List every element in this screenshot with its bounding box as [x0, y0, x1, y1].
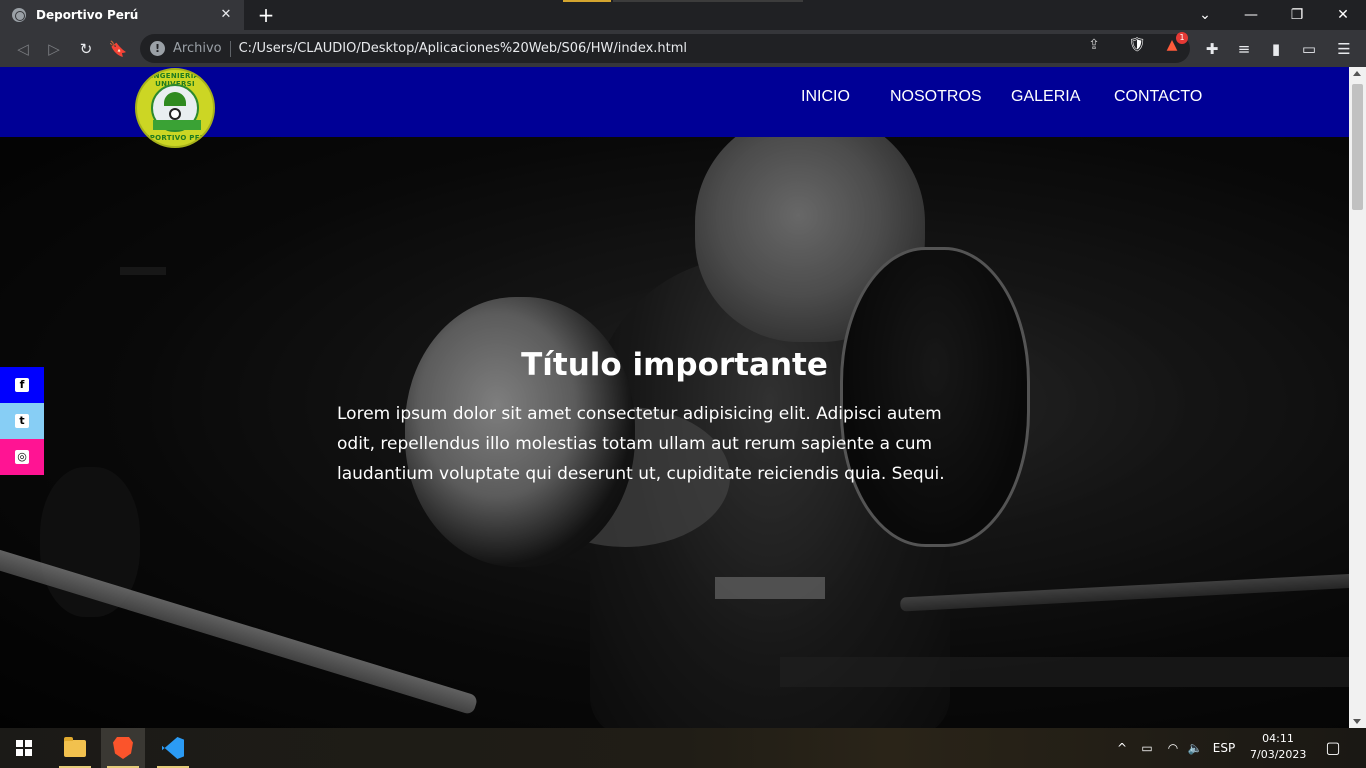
- clock-time: 04:11: [1262, 732, 1294, 745]
- volume-icon[interactable]: 🔈: [1184, 728, 1206, 768]
- start-button[interactable]: [2, 728, 46, 768]
- info-icon[interactable]: !: [150, 41, 165, 56]
- soccer-ball-icon: [169, 108, 181, 120]
- tab-strip: Deportivo Perú ✕ + ⌄ — ❐ ✕: [0, 0, 1366, 30]
- logo-emblem: [151, 84, 201, 132]
- minimize-button[interactable]: —: [1228, 0, 1274, 30]
- facebook-icon: f: [15, 378, 29, 392]
- url-text[interactable]: C:/Users/CLAUDIO/Desktop/Aplicaciones%20…: [239, 41, 687, 56]
- social-instagram[interactable]: ◎: [0, 439, 44, 475]
- tab-strip-divider: [613, 0, 803, 2]
- tab-strip-accent: [563, 0, 611, 2]
- grass-graphic: [153, 120, 201, 130]
- show-hidden-icons-button[interactable]: ^: [1112, 728, 1132, 768]
- close-window-button[interactable]: ✕: [1320, 0, 1366, 30]
- page-viewport: Título importante Lorem ipsum dolor sit …: [0, 67, 1349, 728]
- taskbar-vscode[interactable]: [151, 728, 195, 768]
- scroll-up-icon[interactable]: [1353, 71, 1361, 76]
- share-icon[interactable]: ⇪: [1083, 34, 1105, 56]
- folder-icon: [64, 736, 86, 757]
- wifi-icon[interactable]: ◠: [1162, 728, 1184, 768]
- social-twitter[interactable]: t: [0, 403, 44, 439]
- security-label: Archivo: [173, 41, 222, 56]
- clock-date: 7/03/2023: [1250, 748, 1307, 761]
- address-bar[interactable]: ! Archivo C:/Users/CLAUDIO/Desktop/Aplic…: [140, 34, 1190, 63]
- hero-text: Lorem ipsum dolor sit amet consectetur a…: [337, 404, 945, 484]
- extensions-icon[interactable]: ✚: [1201, 38, 1223, 60]
- bookmark-icon[interactable]: 🔖: [107, 38, 129, 60]
- language-indicator[interactable]: ESP: [1210, 728, 1238, 768]
- sidebar-icon[interactable]: ▮: [1265, 38, 1287, 60]
- vscode-icon: [162, 737, 184, 759]
- taskbar-clock[interactable]: 04:11 7/03/2023: [1250, 731, 1306, 763]
- scroll-thumb[interactable]: [1352, 84, 1363, 210]
- site-logo[interactable]: INGENIERIA UNIVERSI DEPORTIVO PERÚ: [135, 68, 215, 148]
- page-scrollbar[interactable]: [1349, 67, 1366, 728]
- nav-galeria[interactable]: GALERIA: [1011, 88, 1080, 108]
- notification-center-icon[interactable]: ▢: [1320, 728, 1346, 768]
- restore-button[interactable]: ❐: [1274, 0, 1320, 30]
- nav-contacto[interactable]: CONTACTO: [1114, 88, 1202, 108]
- battery-icon[interactable]: ▭: [1136, 728, 1158, 768]
- playlist-icon[interactable]: ≡: [1233, 38, 1255, 60]
- windows-icon: [16, 740, 32, 756]
- brave-rewards-icon[interactable]: ▲ 1: [1161, 32, 1188, 56]
- wallet-icon[interactable]: ▭: [1298, 38, 1320, 60]
- nav-nosotros[interactable]: NOSOTROS: [890, 88, 982, 108]
- twitter-icon: t: [15, 414, 29, 428]
- new-tab-button[interactable]: +: [256, 4, 276, 26]
- taskbar-brave[interactable]: [101, 728, 145, 768]
- globe-icon: [12, 8, 26, 22]
- brave-browser-icon: [113, 737, 133, 759]
- browser-tab[interactable]: Deportivo Perú ✕: [0, 0, 244, 30]
- tab-close-button[interactable]: ✕: [218, 7, 234, 23]
- forward-button[interactable]: ▷: [43, 38, 65, 60]
- reload-button[interactable]: ↻: [75, 38, 97, 60]
- taskbar-file-explorer[interactable]: [53, 728, 97, 768]
- menu-icon[interactable]: ☰: [1333, 38, 1355, 60]
- nav-inicio[interactable]: INICIO: [801, 88, 850, 108]
- back-button[interactable]: ◁: [12, 38, 34, 60]
- social-facebook[interactable]: f: [0, 367, 44, 403]
- helmet-icon: [164, 92, 186, 106]
- brave-shields-icon[interactable]: 🛡: [1126, 34, 1148, 56]
- scroll-down-icon[interactable]: [1353, 719, 1361, 724]
- windows-taskbar: ^ ▭ ◠ 🔈 ESP 04:11 7/03/2023 ▢: [0, 728, 1366, 768]
- logo-ring-bottom-text: DEPORTIVO PERÚ: [138, 134, 212, 142]
- browser-toolbar: ◁ ▷ ↻ 🔖 ! Archivo C:/Users/CLAUDIO/Deskt…: [0, 30, 1366, 67]
- instagram-icon: ◎: [15, 450, 29, 464]
- address-separator: [229, 40, 231, 57]
- tab-search-button[interactable]: ⌄: [1182, 0, 1228, 30]
- rewards-badge: 1: [1176, 32, 1188, 44]
- tab-title: Deportivo Perú: [36, 8, 139, 22]
- hero-section: Título importante Lorem ipsum dolor sit …: [0, 137, 1349, 728]
- hero-title: Título importante: [521, 347, 828, 383]
